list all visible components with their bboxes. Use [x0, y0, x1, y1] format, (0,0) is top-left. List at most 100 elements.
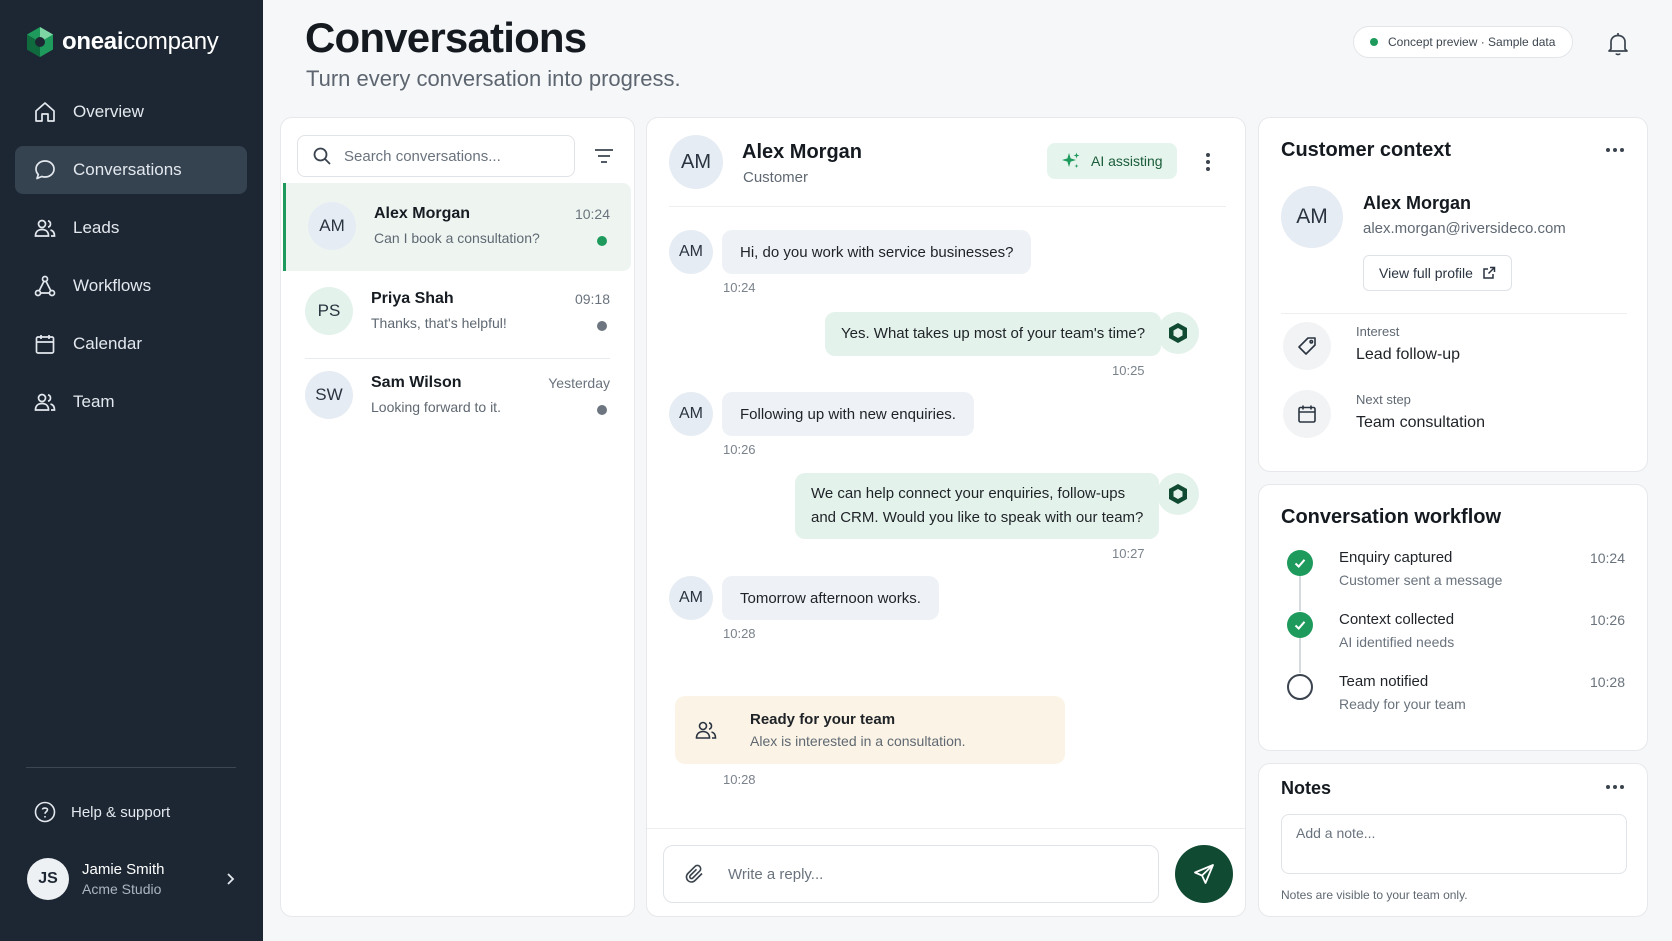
ai-message: Yes. What takes up most of your team's t… [825, 312, 1162, 356]
customer-name: Alex Morgan [1363, 193, 1472, 213]
chevron-right-icon [227, 873, 235, 885]
search-input[interactable] [344, 147, 554, 165]
filter-icon[interactable] [593, 146, 615, 166]
ai-message: We can help connect your enquiries, foll… [795, 473, 1160, 539]
message-time: 09:18 [574, 291, 610, 307]
sidebar-divider [26, 767, 236, 768]
workflow-step-title: Context collected [1339, 611, 1455, 628]
chat-icon [35, 160, 55, 180]
workflow-step-time: 10:28 [1589, 674, 1625, 690]
pending-circle-icon [1287, 674, 1313, 700]
interest-label: Interest [1356, 324, 1400, 339]
external-link-icon [1483, 266, 1496, 279]
avatar: AM [669, 392, 713, 436]
next-step-value: Team consultation [1356, 414, 1485, 431]
more-horizontal-icon[interactable] [1605, 147, 1625, 153]
help-label: Help & support [71, 803, 171, 821]
chat-contact-role: Customer [743, 169, 809, 186]
help-icon [34, 801, 56, 823]
message-preview: Can I book a consultation? [374, 230, 540, 246]
customer-message: Hi, do you work with service businesses? [722, 230, 1032, 274]
team-icon [695, 721, 717, 739]
bell-icon[interactable] [1606, 31, 1630, 57]
message-preview: Thanks, that's helpful! [371, 315, 507, 331]
send-button[interactable] [1175, 845, 1233, 903]
notes-panel: Notes Notes are visible to your team onl… [1258, 763, 1648, 917]
calendar-badge [1283, 390, 1331, 438]
ai-message-line: and CRM. Would you like to speak with ou… [811, 509, 1144, 526]
customer-email: alex.morgan@riversideco.com [1363, 220, 1566, 237]
nav-label: Overview [73, 102, 144, 121]
notes-hint: Notes are visible to your team only. [1281, 888, 1468, 902]
ai-label: AI assisting [1091, 153, 1163, 169]
home-icon [35, 102, 55, 122]
profile-button-label: View full profile [1379, 265, 1473, 281]
next-step-label: Next step [1356, 392, 1411, 407]
list-item[interactable]: AM Alex Morgan Can I book a consultation… [283, 183, 631, 271]
list-item[interactable]: PS Priya Shah Thanks, that's helpful! 09… [283, 268, 631, 356]
nav-item-team[interactable]: Team [15, 378, 247, 426]
check-icon [1287, 612, 1313, 638]
page-title: Conversations [305, 14, 587, 61]
more-horizontal-icon[interactable] [1605, 784, 1625, 790]
list-item[interactable]: SW Sam Wilson Looking forward to it. Yes… [283, 352, 631, 440]
avatar: AM [669, 230, 713, 274]
avatar: AM [669, 576, 713, 620]
tag-badge [1283, 322, 1331, 370]
reply-composer [663, 845, 1159, 903]
page-subtitle: Turn every conversation into progress. [306, 66, 681, 91]
composer-divider [647, 828, 1245, 829]
conversation-list-panel: AM Alex Morgan Can I book a consultation… [280, 117, 635, 917]
hexagon-logo-icon [1169, 323, 1187, 343]
nav-item-leads[interactable]: Leads [15, 204, 247, 252]
message-time: 10:27 [1112, 546, 1145, 561]
workflow-step-title: Team notified [1339, 673, 1429, 690]
reply-input[interactable] [728, 865, 1128, 883]
workflow-step-subtitle: AI identified needs [1339, 634, 1455, 650]
hexagon-logo-icon [1169, 484, 1187, 504]
workflow-step-subtitle: Ready for your team [1339, 696, 1466, 712]
sparkle-icon [1062, 152, 1080, 168]
nav-label: Workflows [73, 276, 152, 295]
avatar: AM [1281, 186, 1343, 248]
user-menu[interactable]: JS Jamie Smith Acme Studio [27, 858, 237, 900]
nav-item-calendar[interactable]: Calendar [15, 320, 247, 368]
nav-label: Leads [73, 218, 120, 237]
more-vertical-icon[interactable] [1205, 152, 1211, 172]
message-time: 10:25 [1112, 363, 1145, 378]
contact-name: Sam Wilson [371, 374, 462, 391]
avatar: JS [27, 858, 69, 900]
message-time: Yesterday [548, 375, 610, 391]
workflow-icon [34, 275, 56, 297]
interest-value: Lead follow-up [1356, 346, 1461, 363]
nav-item-workflows[interactable]: Workflows [15, 262, 247, 310]
users-icon [34, 219, 56, 237]
brand-logo-icon [27, 27, 53, 57]
help-support-link[interactable]: Help & support [33, 800, 170, 824]
paperclip-icon[interactable] [684, 863, 706, 885]
user-name: Jamie Smith [82, 861, 165, 878]
ai-assisting-button[interactable]: AI assisting [1047, 143, 1177, 179]
brand[interactable]: oneaicompany [26, 26, 219, 58]
user-info: Jamie Smith Acme Studio [82, 861, 165, 897]
nav-label: Conversations [73, 160, 182, 179]
workflow-step-subtitle: Customer sent a message [1339, 572, 1503, 588]
bot-avatar [1157, 312, 1199, 354]
nav-item-overview[interactable]: Overview [15, 88, 247, 136]
nav-label: Team [73, 392, 115, 411]
ready-title: Ready for your team [750, 711, 896, 728]
nav-item-conversations[interactable]: Conversations [15, 146, 247, 194]
context-divider [1281, 313, 1627, 314]
avatar: AM [669, 135, 723, 189]
brand-name: oneaicompany [62, 28, 219, 55]
calendar-icon [35, 335, 55, 354]
nav-label: Calendar [73, 334, 142, 353]
note-input[interactable] [1281, 814, 1627, 874]
status-dot-icon [597, 405, 607, 415]
badge-label: Concept preview · Sample data [1388, 35, 1556, 49]
contact-name: Priya Shah [371, 290, 454, 307]
chat-header-divider [669, 206, 1226, 207]
search-icon [313, 147, 331, 165]
avatar: AM [308, 202, 356, 250]
view-full-profile-button[interactable]: View full profile [1363, 255, 1512, 291]
